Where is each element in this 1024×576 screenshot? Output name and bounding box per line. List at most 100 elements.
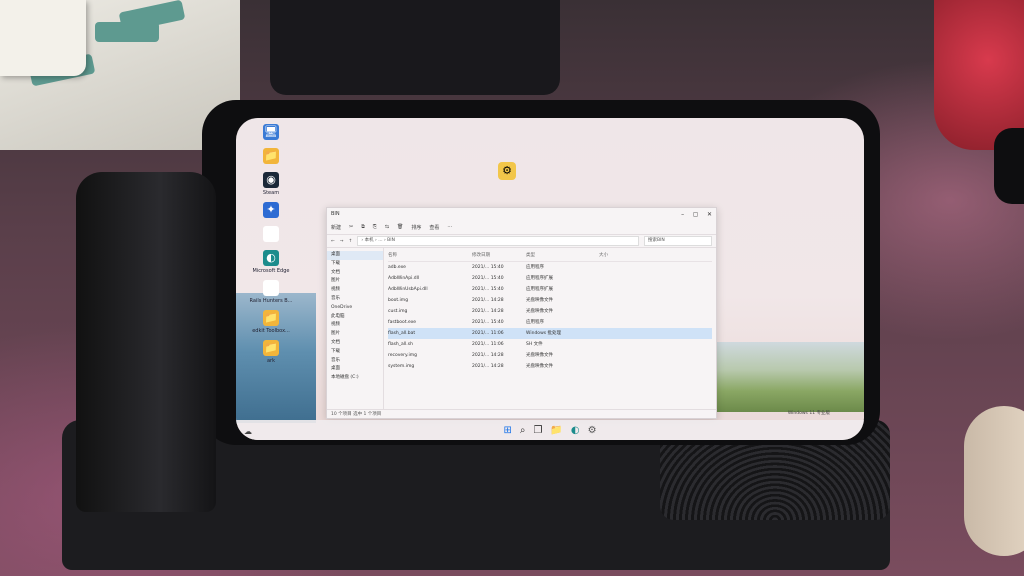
close-icon[interactable]: ✕ [707, 211, 712, 218]
table-row[interactable]: boot.img 2021/... 14:28 光盘映像文件 [388, 295, 712, 306]
explorer-icon[interactable]: 📁 [550, 425, 562, 436]
taskbar: ⊞ ⌕ ❐ 📁 ◐ ⚙ [236, 420, 864, 440]
start-icon[interactable]: ⊞ [503, 425, 511, 436]
nav-item[interactable]: 图片 [327, 330, 383, 339]
dock-pillar [76, 172, 216, 512]
address-path[interactable]: › 本机 › ... › BIN [357, 236, 639, 246]
cell-type: 光盘映像文件 [526, 298, 553, 303]
table-row[interactable]: cust.img 2021/... 14:28 光盘映像文件 [388, 306, 712, 317]
desktop-icon[interactable]: ▤ [242, 226, 300, 244]
table-row[interactable]: flash_all.sh 2021/... 11:06 SH 文件 [388, 339, 712, 350]
column-header[interactable]: 大小 [582, 250, 608, 261]
back-icon[interactable]: ← [331, 239, 335, 244]
cell-size [582, 350, 608, 361]
desktop-icon[interactable]: 📁 edkit Toolbox... [242, 310, 300, 334]
table-row[interactable]: AdbWinApi.dll 2021/... 15:40 应用程序扩展 [388, 273, 712, 284]
desktop-center-icon[interactable]: ⚙ [498, 162, 516, 182]
cell-name: flash_all.sh [388, 342, 413, 347]
cell-type: 应用程序扩展 [526, 287, 553, 292]
toolbar-button[interactable]: ✂ [349, 224, 353, 230]
nav-item[interactable]: 音乐 [327, 295, 383, 304]
cell-date: 2021/... 15:40 [472, 276, 504, 281]
table-row[interactable]: flash_all.bat 2021/... 11:06 Windows 批处理 [388, 328, 712, 339]
table-row[interactable]: fastboot.exe 2021/... 15:40 应用程序 [388, 317, 712, 328]
cell-name: system.img [388, 364, 415, 369]
cell-name: cust.img [388, 309, 408, 314]
app-icon: ✦ [263, 202, 279, 218]
toolbar-button[interactable]: ⧉ [361, 224, 365, 230]
toolbar-button[interactable]: 🗑 [397, 224, 403, 230]
desktop-icon[interactable]: 📁 ark [242, 340, 300, 364]
nav-item[interactable]: 此电脑 [327, 313, 383, 322]
desktop-icon-label: Rails Hunters B... [249, 298, 293, 304]
desktop-icon[interactable]: 📁 [242, 148, 300, 166]
desktop-icon[interactable]: ▤ Rails Hunters B... [242, 280, 300, 304]
nav-item[interactable]: 桌面 [327, 251, 383, 260]
cell-date: 2021/... 15:40 [472, 320, 504, 325]
table-row[interactable]: adb.exe 2021/... 15:40 应用程序 [388, 262, 712, 273]
nav-item[interactable]: OneDrive [327, 304, 383, 313]
folder2-icon: 📁 [263, 310, 279, 326]
desktop-icon[interactable]: ◐ Microsoft Edge [242, 250, 300, 274]
edge-icon[interactable]: ◐ [571, 425, 580, 436]
cell-size [582, 306, 608, 317]
cell-name: AdbWinApi.dll [388, 276, 420, 281]
windows-watermark: Windows 11 专业版 [788, 410, 830, 416]
round-speaker [964, 406, 1024, 556]
toolbar-button[interactable]: 新建 [331, 224, 341, 231]
nav-item[interactable]: 音乐 [327, 357, 383, 366]
desktop-icon-label: Steam [262, 190, 280, 196]
table-row[interactable]: recovery.img 2021/... 14:28 光盘映像文件 [388, 350, 712, 361]
nav-item[interactable]: 文档 [327, 339, 383, 348]
weather-icon[interactable]: ☁ [244, 427, 252, 436]
nav-item[interactable]: 视频 [327, 286, 383, 295]
column-header[interactable]: 修改日期 [472, 250, 526, 261]
file-explorer-window[interactable]: BIN – ▢ ✕ 新建 ✂ ⧉ ⎘ ⇆ 🗑 排序 查看 ··· ← → ↑ › 本机 › ..… [326, 207, 717, 419]
wallpaper-landscape [694, 342, 864, 412]
explorer-titlebar[interactable]: BIN – ▢ ✕ [327, 208, 716, 220]
maximize-icon[interactable]: ▢ [693, 211, 699, 218]
nav-item[interactable]: 图片 [327, 277, 383, 286]
phone-notch [994, 128, 1024, 204]
cell-date: 2021/... 15:40 [472, 265, 504, 270]
nav-item[interactable]: 下载 [327, 260, 383, 269]
column-header[interactable]: 名称 [388, 250, 472, 261]
cell-type: 光盘映像文件 [526, 364, 553, 369]
search-input[interactable]: 搜索BIN [644, 236, 712, 246]
cell-name: flash_all.bat [388, 331, 416, 336]
desktop-icon[interactable]: ◉ Steam [242, 172, 300, 196]
desktop-icon-label: edkit Toolbox... [252, 328, 290, 334]
table-row[interactable]: system.img 2021/... 14:28 光盘映像文件 [388, 361, 712, 372]
toolbar-button[interactable]: 排序 [411, 224, 421, 231]
nav-item[interactable]: 下载 [327, 348, 383, 357]
desktop-icon[interactable]: 🖥 [242, 124, 300, 142]
cell-type: 应用程序 [526, 320, 544, 325]
cell-size [582, 262, 608, 273]
cell-date: 2021/... 14:28 [472, 364, 504, 369]
explorer-toolbar: 新建 ✂ ⧉ ⎘ ⇆ 🗑 排序 查看 ··· [327, 220, 716, 235]
minimize-icon[interactable]: – [681, 211, 684, 218]
toolbar-button[interactable]: ⎘ [373, 224, 377, 230]
search-icon[interactable]: ⌕ [520, 425, 526, 436]
nav-item[interactable]: 视频 [327, 321, 383, 330]
up-icon[interactable]: ↑ [349, 239, 353, 244]
desktop-icon[interactable]: ✦ [242, 202, 300, 220]
forward-icon[interactable]: → [340, 239, 344, 244]
cell-name: recovery.img [388, 353, 417, 358]
cell-type: 应用程序 [526, 265, 544, 270]
taskview-icon[interactable]: ❐ [533, 425, 542, 436]
tool-icon: ⚙ [498, 162, 516, 180]
nav-item[interactable]: 本地磁盘 (C:) [327, 374, 383, 383]
nav-item[interactable]: 文档 [327, 269, 383, 278]
photo-scene: 🖥 📁 ◉ Steam ✦ ▤ ◐ Microsoft Edge ▤ Rails Hunters … [0, 0, 1024, 576]
toolbar-button[interactable]: 查看 [429, 224, 439, 231]
nav-item[interactable]: 桌面 [327, 365, 383, 374]
desktop-icons: 🖥 📁 ◉ Steam ✦ ▤ ◐ Microsoft Edge ▤ Rails Hunters … [242, 124, 300, 370]
settings-icon[interactable]: ⚙ [588, 425, 597, 436]
table-row[interactable]: AdbWinUsbApi.dll 2021/... 15:40 应用程序扩展 [388, 284, 712, 295]
toolbar-button[interactable]: ··· [447, 224, 452, 230]
toolbar-button[interactable]: ⇆ [385, 224, 389, 230]
column-header[interactable]: 类型 [526, 250, 582, 261]
folder3-icon: 📁 [263, 340, 279, 356]
cell-size [582, 284, 608, 295]
